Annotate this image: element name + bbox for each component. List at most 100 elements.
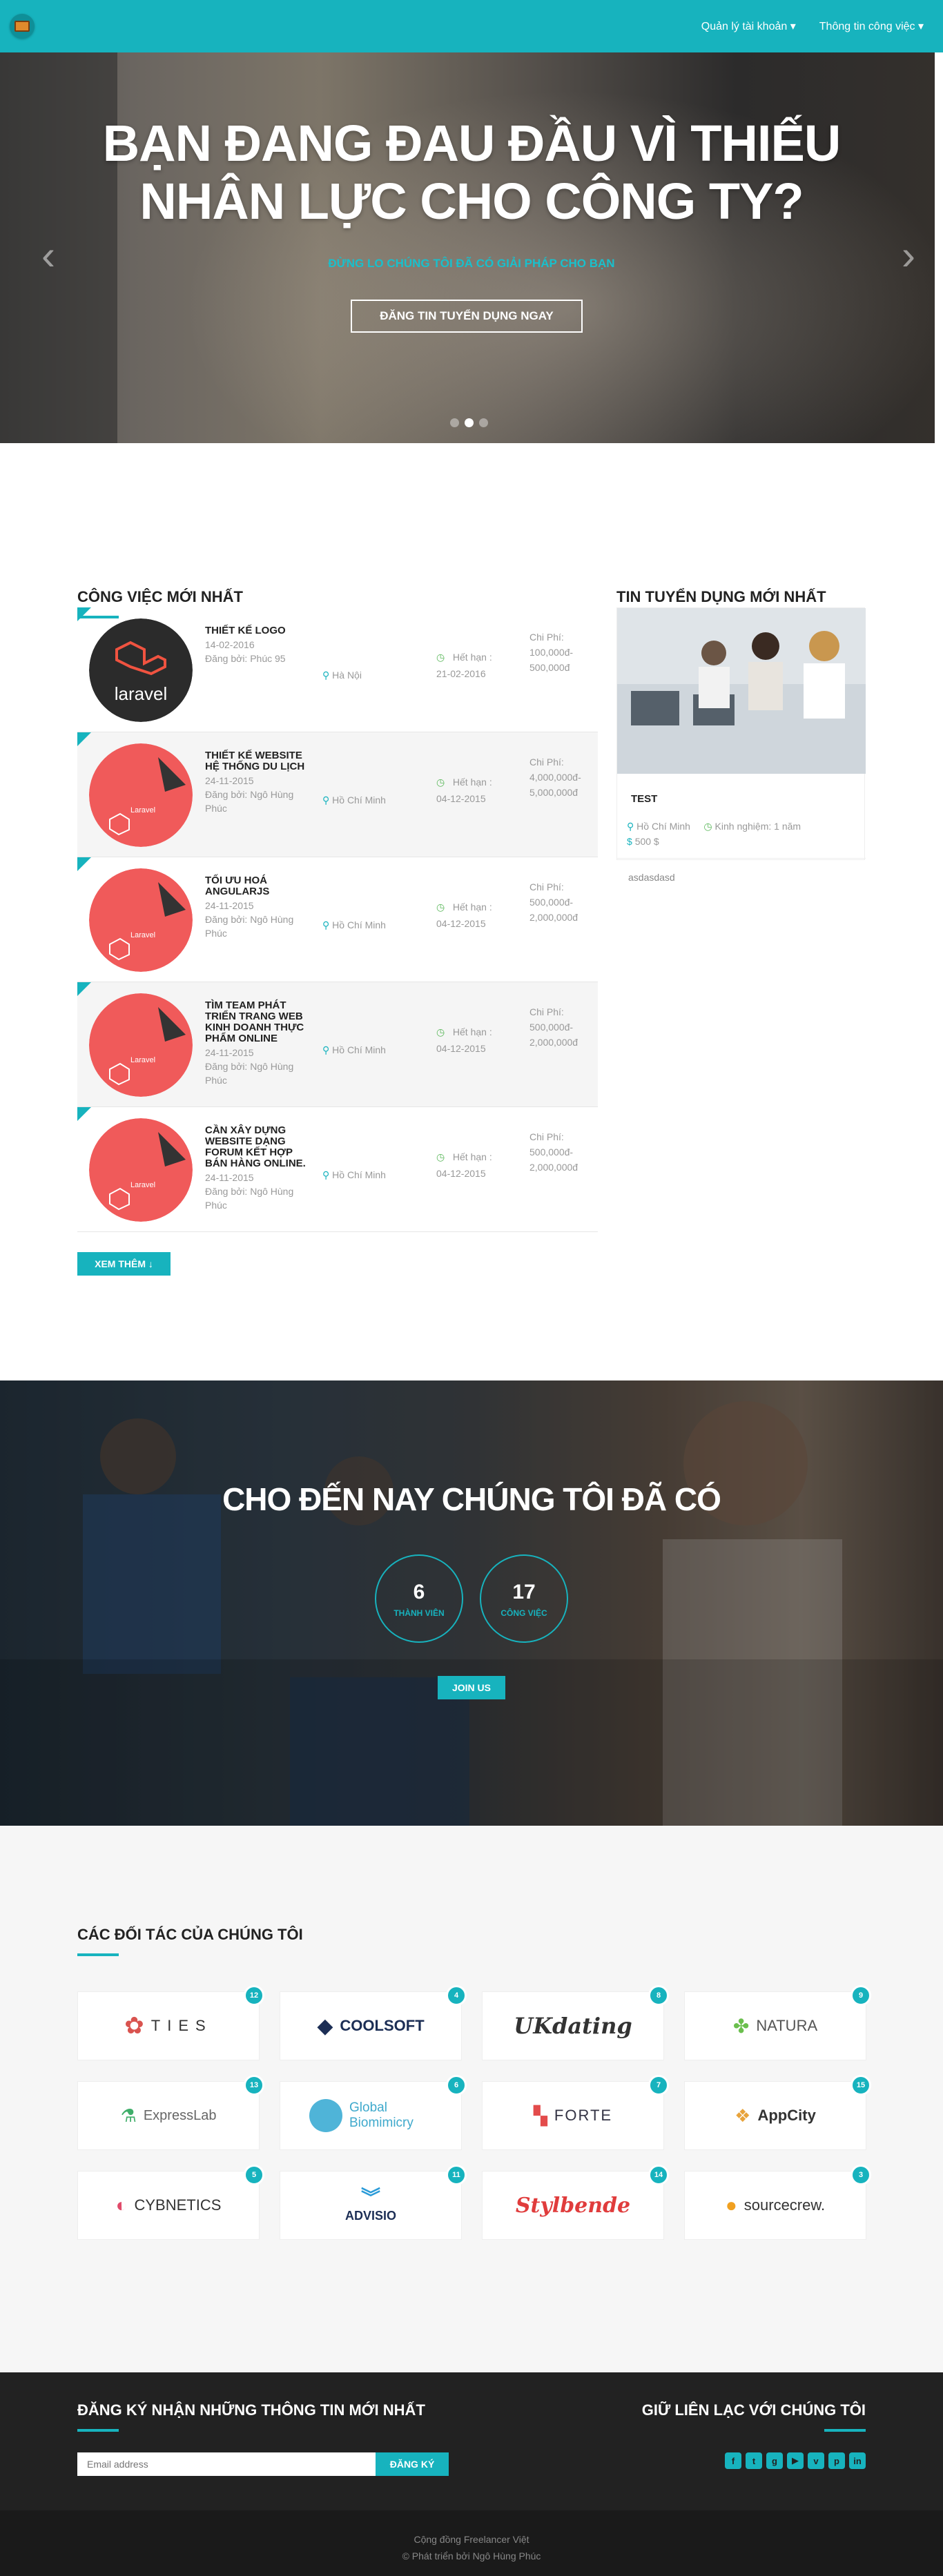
partner-count-badge: 7 — [648, 2075, 669, 2096]
partner-name: ︾ ADVISIO — [344, 2186, 396, 2223]
post-salary: 500 $ — [634, 836, 659, 847]
job-location: ⚲ Hồ Chí Minh — [322, 919, 386, 931]
job-title-text[interactable]: TỐI ƯU HOÁ ANGULARJS — [205, 875, 269, 897]
latest-posts-title: TIN TUYỂN DỤNG MỚI NHẤT — [616, 588, 826, 605]
partner-logo[interactable]: 11 ︾ ADVISIO — [280, 2165, 467, 2240]
job-row[interactable]: Laravel TÌM TEAM PHÁT TRIỂN TRANG WEB KI… — [77, 982, 598, 1107]
corner-flag-icon — [77, 1107, 91, 1121]
svg-text:laravel: laravel — [115, 683, 168, 704]
vimeo-icon[interactable]: v — [808, 2452, 824, 2469]
post-description: asdasdasd — [628, 872, 675, 883]
clock-icon: ◷ — [436, 1026, 445, 1037]
jobs-menu[interactable]: Thông tin công việc ▾ — [819, 19, 924, 33]
job-title[interactable]: THIẾT KẾ LOGO 14-02-2016 Đăng bởi: Phúc … — [205, 625, 309, 665]
hero-title: BẠN ĐANG ĐAU ĐẦU VÌ THIẾU NHÂN LỰC CHO CÔ… — [0, 115, 943, 231]
partner-logo[interactable]: 13 ⚗ ExpressLab — [77, 2075, 264, 2150]
corner-flag-icon — [77, 732, 91, 746]
partner-logo[interactable]: 5 ◐ CYBNETICS — [77, 2165, 264, 2240]
partner-count-badge: 12 — [244, 1985, 264, 2006]
cost-max: 2,000,000đ — [529, 912, 579, 923]
job-post-card[interactable]: TEST ⚲ Hồ Chí Minh ◷ Kinh nghiệm: 1 năm … — [616, 607, 866, 883]
slider-dot[interactable] — [479, 418, 488, 427]
partner-name-text: CYBNETICS — [134, 2196, 222, 2214]
twitter-icon[interactable]: t — [746, 2452, 762, 2469]
partner-name: ⚗ ExpressLab — [121, 2105, 217, 2127]
ties-icon: ✿ — [124, 2013, 144, 2039]
view-more-button[interactable]: XEM THÊM ↓ — [77, 1252, 171, 1276]
copyright-line2: © Phát triển bởi Ngô Hùng Phúc — [402, 2550, 541, 2562]
slider-dot[interactable] — [450, 418, 459, 427]
job-title[interactable]: THIẾT KẾ WEBSITE HỆ THỐNG DU LỊCH 24-11-… — [205, 750, 309, 815]
partner-count-badge: 9 — [850, 1985, 871, 2006]
job-row[interactable]: laravel THIẾT KẾ LOGO 14-02-2016 Đăng bở… — [77, 607, 598, 732]
google-plus-icon[interactable]: g — [766, 2452, 783, 2469]
cost-min: 4,000,000đ- — [529, 772, 581, 783]
subscribe-button[interactable]: ĐĂNG KÝ — [376, 2452, 449, 2476]
job-logo: Laravel — [89, 1118, 193, 1222]
partner-name: ◐ CYBNETICS — [116, 2194, 222, 2216]
stats-banner: CHO ĐẾN NAY CHÚNG TÔI ĐÃ CÓ 6 THÀNH VIÊN … — [0, 1380, 943, 1826]
jobs-label: CÔNG VIỆC — [500, 1608, 547, 1618]
job-cost: Chi Phí: 500,000đ- 2,000,000đ — [529, 879, 592, 925]
laravel-logo-icon: Laravel — [89, 743, 193, 847]
partner-name-text: ADVISIO — [344, 2208, 396, 2223]
pinterest-icon[interactable]: p — [828, 2452, 845, 2469]
partner-name-text: AppCity — [757, 2107, 816, 2124]
newsletter-title: ĐĂNG KÝ NHẬN NHỮNG THÔNG TIN MỚI NHẤT — [77, 2401, 425, 2419]
advisio-icon: ︾ — [360, 2186, 380, 2208]
job-title[interactable]: CẦN XÂY DỰNG WEBSITE DẠNG FORUM KẾT HỢP … — [205, 1125, 309, 1212]
account-menu[interactable]: Quản lý tài khoản ▾ — [701, 19, 796, 33]
youtube-icon[interactable]: ▶ — [787, 2452, 804, 2469]
partner-logo[interactable]: 15 ❖ AppCity — [684, 2075, 871, 2150]
job-author: Đăng bởi: Ngô Hùng Phúc — [205, 914, 294, 939]
job-row[interactable]: Laravel THIẾT KẾ WEBSITE HỆ THỐNG DU LỊC… — [77, 732, 598, 857]
partner-name-text: ExpressLab — [143, 2107, 217, 2123]
partner-logo[interactable]: 7 ▚ FORTE — [482, 2075, 669, 2150]
job-title-text[interactable]: TÌM TEAM PHÁT TRIỂN TRANG WEB KINH DOANH… — [205, 999, 304, 1044]
office-illustration — [617, 608, 866, 774]
facebook-icon[interactable]: f — [725, 2452, 741, 2469]
deadline-date: 04-12-2015 — [436, 793, 486, 804]
hero-photo — [117, 52, 939, 443]
job-cost: Chi Phí: 100,000đ- 500,000đ — [529, 630, 592, 675]
job-title[interactable]: TÌM TEAM PHÁT TRIỂN TRANG WEB KINH DOANH… — [205, 1000, 309, 1087]
laravel-logo-icon: Laravel — [89, 868, 193, 972]
linkedin-icon[interactable]: in — [849, 2452, 866, 2469]
job-title-text[interactable]: THIẾT KẾ WEBSITE HỆ THỐNG DU LỊCH — [205, 750, 304, 772]
job-row[interactable]: Laravel CẦN XÂY DỰNG WEBSITE DẠNG FORUM … — [77, 1107, 598, 1232]
job-title[interactable]: TỐI ƯU HOÁ ANGULARJS 24-11-2015 Đăng bởi… — [205, 875, 309, 940]
arrow-down-icon: ↓ — [148, 1258, 153, 1269]
partner-logo[interactable]: 9 ✤ NATURA — [684, 1985, 871, 2060]
hero-photo-edge-right — [935, 52, 943, 443]
join-us-button[interactable]: JOIN US — [438, 1676, 505, 1699]
partner-logo[interactable]: 3 ● sourcecrew. — [684, 2165, 871, 2240]
partner-logo[interactable]: 6 Global Biomimicry — [280, 2075, 467, 2150]
cybnetics-icon: ◐ — [115, 2194, 128, 2216]
cost-max: 2,000,000đ — [529, 1037, 579, 1048]
partner-name: ● sourcecrew. — [726, 2194, 825, 2216]
job-logo: Laravel — [89, 743, 193, 847]
job-row[interactable]: Laravel TỐI ƯU HOÁ ANGULARJS 24-11-2015 … — [77, 857, 598, 982]
job-author: Đăng bởi: Phúc 95 — [205, 653, 286, 664]
job-location-text: Hồ Chí Minh — [332, 1044, 386, 1055]
email-input[interactable] — [77, 2452, 376, 2476]
deadline-label: Hết hạn : — [452, 777, 492, 788]
expresslab-icon: ⚗ — [120, 2105, 137, 2126]
partner-count-badge: 15 — [850, 2075, 871, 2096]
post-job-button[interactable]: ĐĂNG TIN TUYỂN DỤNG NGAY — [351, 300, 583, 333]
post-title[interactable]: TEST — [631, 793, 657, 805]
title-underline — [824, 2429, 866, 2432]
slider-dot-active[interactable] — [465, 418, 474, 427]
partner-logo[interactable]: 12 ✿ TIES — [77, 1985, 264, 2060]
site-logo[interactable] — [10, 14, 35, 39]
job-title-text[interactable]: THIẾT KẾ LOGO — [205, 625, 286, 636]
job-author: Đăng bởi: Ngô Hùng Phúc — [205, 1061, 294, 1086]
partner-logo[interactable]: 8 UKdating — [482, 1985, 669, 2060]
job-title-text[interactable]: CẦN XÂY DỰNG WEBSITE DẠNG FORUM KẾT HỢP … — [205, 1124, 306, 1169]
partners-section: CÁC ĐỐI TÁC CỦA CHÚNG TÔI 12 ✿ TIES 4 ◆ COOL… — [0, 1826, 943, 2372]
partner-logo[interactable]: 14 Stylbende — [482, 2165, 669, 2240]
coolsoft-icon: ◆ — [317, 2014, 333, 2038]
partner-name: ✤ NATURA — [733, 2015, 817, 2038]
partner-logo[interactable]: 4 ◆ COOLSOFT — [280, 1985, 467, 2060]
partner-name: ◆ COOLSOFT — [317, 2014, 424, 2038]
